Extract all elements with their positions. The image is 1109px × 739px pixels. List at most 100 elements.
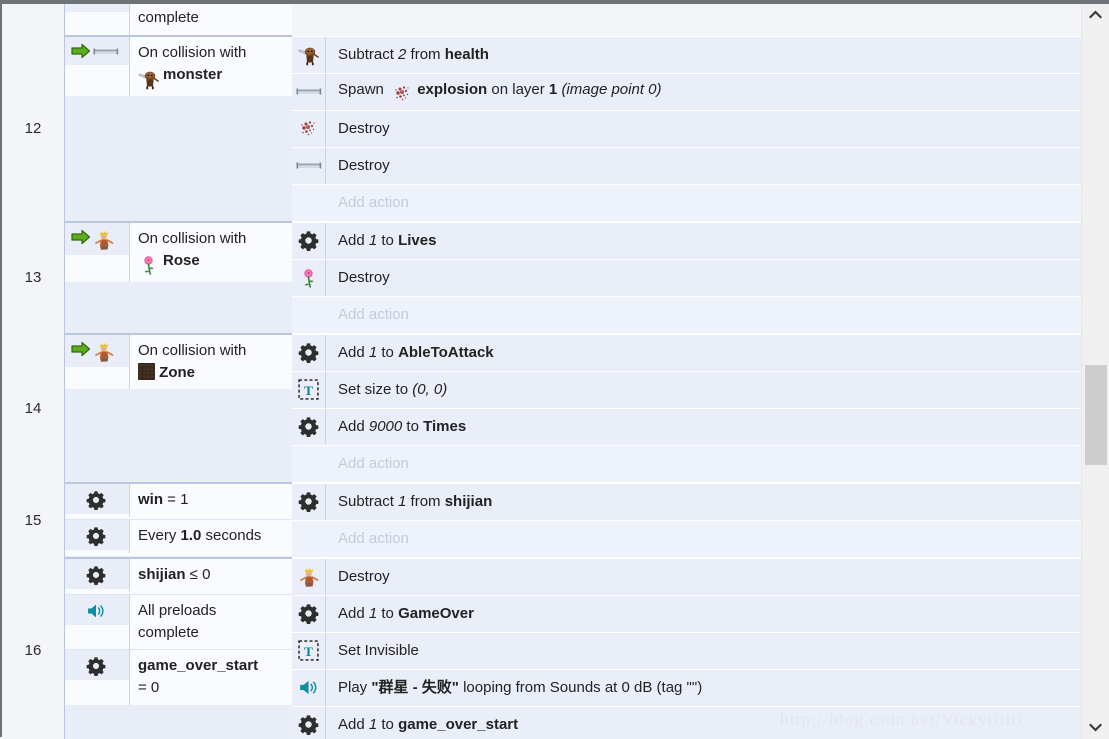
condition-pane[interactable]: complete (64, 2, 292, 36)
monster-sprite-icon (298, 47, 319, 66)
action-pane[interactable] (292, 2, 1083, 36)
chevron-down-icon (1089, 722, 1102, 732)
scrollbar-thumb[interactable] (1085, 365, 1107, 465)
add-action-icon (292, 446, 326, 482)
action-text: Add 1 to game_over_start (338, 716, 519, 734)
condition-row[interactable]: On collision with Rose (65, 222, 292, 282)
add-action-label: Add action (338, 530, 409, 548)
rose-sprite-icon (138, 254, 160, 276)
add-action-button[interactable]: Add action (292, 184, 1083, 222)
event-number[interactable]: 14 (2, 333, 64, 483)
event-number[interactable]: 15 (2, 482, 64, 558)
action-icon-text-object-icon: T (292, 632, 326, 669)
action-row[interactable]: Add 9000 to Times (292, 408, 1083, 446)
action-pane[interactable]: Subtract 2 from health Spawn explosion on… (292, 35, 1083, 222)
condition-row[interactable]: All preloads complete (65, 594, 292, 651)
gear-icon (298, 715, 319, 736)
action-icon-speaker-icon (292, 669, 326, 706)
condition-pane[interactable]: On collision with Rose (64, 221, 292, 334)
action-text: Destroy (338, 269, 390, 287)
action-row[interactable]: Spawn explosion on layer 1 (image point … (292, 73, 1083, 111)
zone-sprite-icon (138, 362, 155, 380)
action-pane[interactable]: Subtract 1 from shijian Add action (292, 482, 1083, 558)
condition-row[interactable]: win = 1 (65, 483, 292, 520)
action-icon-gear-icon (292, 334, 326, 371)
add-action-button[interactable]: Add action (292, 445, 1083, 483)
add-action-button[interactable]: Add action (292, 296, 1083, 334)
action-row[interactable]: Subtract 1 from shijian (292, 483, 1083, 521)
condition-icons (65, 519, 129, 550)
event-row-15: 15 win = 1 Every 1.0 seconds Subtract 1 fro… (2, 482, 1083, 558)
action-icon-explosion-sprite-icon (292, 110, 326, 147)
event-number[interactable]: 16 (2, 557, 64, 739)
action-text: Set size to (0, 0) (338, 381, 448, 399)
action-icon-gear-icon (292, 222, 326, 259)
condition-pane[interactable]: win = 1 Every 1.0 seconds (64, 482, 292, 558)
condition-row[interactable]: On collision with Zone (65, 334, 292, 390)
event-row-12: 12 On collision with monster Subtract 2 fro… (2, 35, 1083, 222)
gear-icon (86, 491, 106, 510)
hero-sprite-icon (95, 342, 114, 362)
explosion-sprite-icon (395, 86, 409, 101)
action-row[interactable]: Destroy (292, 110, 1083, 148)
add-action-label: Add action (338, 455, 409, 473)
rose-sprite-icon (144, 255, 154, 275)
scroll-down-button[interactable] (1082, 717, 1109, 737)
scroll-up-button[interactable] (1082, 4, 1109, 24)
explosion-sprite-icon (392, 83, 414, 105)
top-border (2, 2, 1109, 4)
action-row[interactable]: Destroy (292, 147, 1083, 185)
hero-sprite-icon (299, 567, 318, 587)
gear-icon (86, 527, 106, 546)
condition-text: On collision with Rose (129, 222, 292, 282)
vertical-scrollbar[interactable] (1081, 2, 1109, 739)
action-row[interactable]: Play "群星 - 失败" looping from Sounds at 0 … (292, 669, 1083, 707)
action-icon-gear-icon (292, 483, 326, 520)
condition-row[interactable]: Every 1.0 seconds (65, 519, 292, 556)
svg-text:T: T (304, 383, 313, 398)
action-text: Add 1 to AbleToAttack (338, 344, 494, 362)
condition-text: shijian ≤ 0 (129, 558, 292, 592)
condition-text: complete (129, 2, 292, 35)
action-row[interactable]: Add 1 to Lives (292, 222, 1083, 260)
add-action-label: Add action (338, 306, 409, 324)
text-object-icon: T (298, 640, 319, 661)
action-row[interactable]: Subtract 2 from health (292, 36, 1083, 74)
watermark-text: http://blog.csdn.net/Vickyiiiiii (780, 710, 1024, 729)
action-icon-gear-icon (292, 706, 326, 739)
condition-row[interactable]: shijian ≤ 0 (65, 558, 292, 595)
add-action-button[interactable]: Add action (292, 520, 1083, 558)
add-action-icon (292, 297, 326, 333)
condition-pane[interactable]: On collision with monster (64, 35, 292, 222)
action-icon-text-object-icon: T (292, 371, 326, 408)
action-row[interactable]: T Set size to (0, 0) (292, 371, 1083, 409)
svg-text:T: T (304, 644, 313, 659)
event-sheet-scroll-area[interactable]: complete 12 On collision with monster Subtra… (2, 2, 1083, 739)
action-row[interactable]: Add 1 to AbleToAttack (292, 334, 1083, 372)
hero-sprite-icon (95, 230, 114, 250)
event-number[interactable]: 13 (2, 221, 64, 334)
action-text: Add 1 to Lives (338, 232, 437, 250)
action-row[interactable]: T Set Invisible (292, 632, 1083, 670)
condition-row[interactable]: On collision with monster (65, 36, 292, 96)
action-text: Subtract 1 from shijian (338, 493, 493, 511)
action-icon-sprite-line-icon (292, 73, 326, 110)
action-row[interactable]: Add 1 to GameOver (292, 595, 1083, 633)
condition-row[interactable]: game_over_start = 0 (65, 650, 292, 705)
condition-row[interactable]: complete (65, 2, 292, 35)
condition-icons (65, 222, 129, 255)
add-action-icon (292, 521, 326, 557)
condition-pane[interactable]: shijian ≤ 0 All preloads complete game_over… (64, 557, 292, 739)
sprite-line-icon (296, 88, 321, 95)
action-row[interactable]: Destroy (292, 259, 1083, 297)
sprite-line-icon (296, 162, 321, 169)
event-number[interactable]: 12 (2, 35, 64, 222)
action-icon-monster-sprite-icon (292, 36, 326, 73)
condition-icons (65, 594, 129, 625)
rose-sprite-icon (303, 269, 313, 288)
action-pane[interactable]: Add 1 to AbleToAttack T Set size to (0, 0)… (292, 333, 1083, 483)
action-row[interactable]: Destroy (292, 558, 1083, 596)
condition-pane[interactable]: On collision with Zone (64, 333, 292, 483)
monster-sprite-icon (138, 71, 159, 89)
action-pane[interactable]: Add 1 to Lives Destroy Add action (292, 221, 1083, 334)
